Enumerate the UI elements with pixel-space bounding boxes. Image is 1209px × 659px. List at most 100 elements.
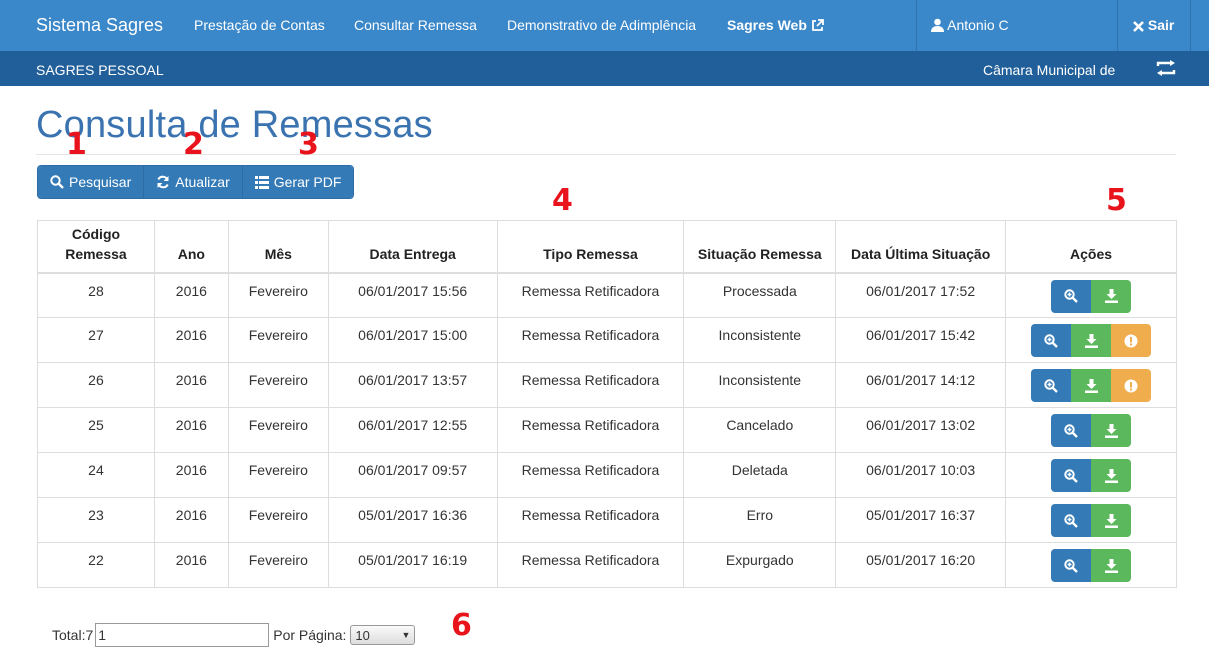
remessas-table: Código Remessa Ano Mês Data Entrega Tipo …	[37, 220, 1177, 588]
zoom-in-icon	[1064, 558, 1078, 573]
cell-mes: Fevereiro	[227, 452, 329, 498]
column-header-data-entrega[interactable]: Data Entrega	[327, 220, 498, 273]
download-button[interactable]	[1091, 504, 1132, 537]
view-button[interactable]	[1051, 549, 1092, 582]
user-icon	[931, 18, 944, 32]
cell-situacao: Expurgado	[683, 542, 837, 588]
zoom-in-icon	[1044, 333, 1058, 348]
exclamation-icon	[1124, 334, 1138, 347]
column-header-tipo-remessa[interactable]: Tipo Remessa	[496, 220, 685, 273]
table-row: 28 2016 Fevereiro 06/01/2017 15:56 Remessa R…	[37, 272, 1177, 318]
table-row: 26 2016 Fevereiro 06/01/2017 13:57 Remessa R…	[37, 362, 1177, 408]
zoom-in-icon	[1044, 378, 1058, 393]
cell-acoes	[1005, 407, 1177, 453]
download-icon	[1104, 558, 1118, 573]
module-name: SAGRES PESSOAL	[36, 62, 164, 78]
sub-navbar: SAGRES PESSOAL Câmara Municipal de	[0, 51, 1209, 86]
nav-prestacao-contas[interactable]: Prestação de Contas	[194, 17, 325, 33]
cell-situacao: Erro	[683, 497, 837, 543]
cell-ano: 2016	[153, 317, 229, 363]
toolbar: Pesquisar Atualizar Gerar PDF	[37, 165, 355, 199]
table-row: 22 2016 Fevereiro 05/01/2017 16:19 Remessa R…	[37, 542, 1177, 588]
nav-user[interactable]: Antonio C	[931, 17, 1009, 33]
cell-data-entrega: 06/01/2017 15:00	[327, 317, 498, 363]
refresh-button[interactable]: Atualizar	[144, 166, 243, 198]
refresh-icon	[157, 175, 169, 189]
search-button[interactable]: Pesquisar	[38, 166, 145, 198]
cell-acoes	[1005, 542, 1177, 588]
cell-acoes	[1005, 272, 1177, 318]
download-icon	[1104, 468, 1118, 483]
download-button[interactable]	[1091, 414, 1132, 447]
nav-demonstrativo[interactable]: Demonstrativo de Adimplência	[507, 17, 696, 33]
download-button[interactable]	[1071, 324, 1112, 357]
download-icon	[1084, 378, 1098, 393]
top-navbar: Sistema Sagres Prestação de Contas Consu…	[0, 0, 1209, 51]
cell-data-ultima: 06/01/2017 13:02	[835, 407, 1007, 453]
cell-tipo-remessa: Remessa Retificadora	[496, 542, 685, 588]
cell-codigo: 22	[37, 542, 155, 588]
download-button[interactable]	[1071, 369, 1112, 402]
chevron-down-icon: ▼	[401, 630, 411, 640]
cell-situacao: Cancelado	[683, 407, 837, 453]
cell-mes: Fevereiro	[227, 317, 329, 363]
logout-button[interactable]: Sair	[1133, 17, 1174, 33]
cell-tipo-remessa: Remessa Retificadora	[496, 407, 685, 453]
title-divider	[36, 154, 1176, 155]
download-icon	[1104, 423, 1118, 438]
entity-name: Câmara Municipal de	[983, 62, 1116, 78]
cell-data-entrega: 05/01/2017 16:36	[327, 497, 498, 543]
column-header-mes[interactable]: Mês	[227, 220, 329, 273]
column-header-codigo-line1: Código	[71, 225, 121, 242]
zoom-in-icon	[1064, 289, 1078, 303]
cell-tipo-remessa: Remessa Retificadora	[496, 317, 685, 363]
view-button[interactable]	[1051, 279, 1092, 313]
column-header-ano[interactable]: Ano	[153, 220, 229, 273]
view-button[interactable]	[1051, 414, 1092, 447]
generate-pdf-button[interactable]: Gerar PDF	[242, 166, 354, 198]
annotation-marker-2: 2	[183, 127, 204, 162]
column-header-codigo[interactable]: Código Remessa	[37, 220, 155, 273]
table-row: 23 2016 Fevereiro 05/01/2017 16:36 Remessa R…	[37, 497, 1177, 543]
table-row: 24 2016 Fevereiro 06/01/2017 09:57 Remessa R…	[37, 452, 1177, 498]
download-icon	[1104, 289, 1118, 303]
download-button[interactable]	[1091, 459, 1132, 492]
cell-codigo: 27	[37, 317, 155, 363]
swap-icon[interactable]	[1155, 60, 1177, 76]
cell-data-ultima: 06/01/2017 14:12	[835, 362, 1007, 408]
view-button[interactable]	[1031, 324, 1072, 357]
nav-divider	[1190, 0, 1191, 51]
cell-ano: 2016	[153, 452, 229, 498]
cell-ano: 2016	[153, 362, 229, 408]
cell-tipo-remessa: Remessa Retificadora	[496, 497, 685, 543]
column-header-situacao[interactable]: Situação Remessa	[683, 220, 837, 273]
cell-data-entrega: 06/01/2017 12:55	[327, 407, 498, 453]
inconsistency-button[interactable]	[1111, 324, 1152, 357]
cell-data-entrega: 06/01/2017 15:56	[327, 272, 498, 318]
annotation-marker-3: 3	[298, 127, 319, 162]
view-button[interactable]	[1051, 504, 1092, 537]
nav-divider	[1117, 0, 1118, 51]
cell-tipo-remessa: Remessa Retificadora	[496, 362, 685, 408]
per-page-label: Por Página:	[273, 627, 347, 643]
download-button[interactable]	[1091, 279, 1132, 313]
view-button[interactable]	[1031, 369, 1072, 402]
page-number-input[interactable]: 1	[95, 623, 270, 647]
per-page-select[interactable]: 10 ▼	[350, 625, 416, 645]
cell-ano: 2016	[153, 272, 229, 318]
view-button[interactable]	[1051, 459, 1092, 492]
table-body: 28 2016 Fevereiro 06/01/2017 15:56 Remessa R…	[37, 272, 1177, 588]
download-button[interactable]	[1091, 549, 1132, 582]
inconsistency-button[interactable]	[1111, 369, 1152, 402]
nav-sagres-web[interactable]: Sagres Web	[727, 17, 824, 33]
column-header-data-ultima[interactable]: Data Última Situação	[835, 220, 1007, 273]
cell-situacao: Deletada	[683, 452, 837, 498]
cell-codigo: 25	[37, 407, 155, 453]
nav-consultar-remessa[interactable]: Consultar Remessa	[354, 17, 477, 33]
cell-data-ultima: 05/01/2017 16:37	[835, 497, 1007, 543]
cell-situacao: Inconsistente	[683, 362, 837, 408]
cell-acoes	[1005, 452, 1177, 498]
brand[interactable]: Sistema Sagres	[36, 15, 163, 36]
close-icon	[1133, 21, 1144, 32]
row-actions	[1051, 549, 1132, 582]
